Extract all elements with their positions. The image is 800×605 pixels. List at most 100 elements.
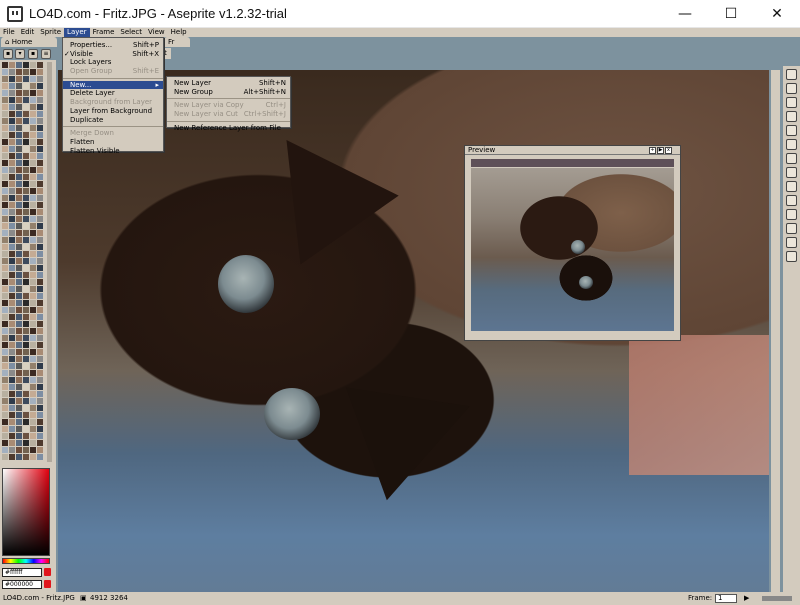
palette-swatch[interactable] xyxy=(9,139,15,145)
palette-swatch[interactable] xyxy=(16,377,22,383)
palette-swatch[interactable] xyxy=(2,83,8,89)
palette-swatch[interactable] xyxy=(37,209,43,215)
palette-swatch[interactable] xyxy=(16,90,22,96)
palette-swatch[interactable] xyxy=(2,440,8,446)
palette-swatch[interactable] xyxy=(23,209,29,215)
palette-swatch[interactable] xyxy=(9,188,15,194)
palette-swatch[interactable] xyxy=(30,412,36,418)
palette-swatch[interactable] xyxy=(37,272,43,278)
palette-swatch[interactable] xyxy=(9,328,15,334)
palette-swatch[interactable] xyxy=(2,398,8,404)
palette-swatch[interactable] xyxy=(37,447,43,453)
palette-swatch[interactable] xyxy=(30,307,36,313)
background-color-box[interactable]: #000000 xyxy=(2,580,42,589)
palette-swatch[interactable] xyxy=(30,265,36,271)
palette-swatch[interactable] xyxy=(16,349,22,355)
palette-swatch[interactable] xyxy=(30,314,36,320)
palette-swatch[interactable] xyxy=(2,132,8,138)
eyedropper-tool-icon[interactable] xyxy=(786,153,797,164)
palette-swatch[interactable] xyxy=(30,223,36,229)
palette-swatch[interactable] xyxy=(37,398,43,404)
palette-swatch[interactable] xyxy=(30,328,36,334)
palette-swatch[interactable] xyxy=(16,209,22,215)
palette-swatch[interactable] xyxy=(37,286,43,292)
palette-swatch[interactable] xyxy=(16,307,22,313)
palette-swatch[interactable] xyxy=(16,244,22,250)
palette-swatch[interactable] xyxy=(16,125,22,131)
palette-swatch[interactable] xyxy=(2,90,8,96)
palette-swatch[interactable] xyxy=(23,160,29,166)
palette-swatch[interactable] xyxy=(16,83,22,89)
palette-swatch[interactable] xyxy=(23,433,29,439)
palette-swatch[interactable] xyxy=(16,251,22,257)
palette-swatch[interactable] xyxy=(2,97,8,103)
palette-swatch[interactable] xyxy=(2,237,8,243)
palette-swatch[interactable] xyxy=(23,454,29,460)
palette-swatch[interactable] xyxy=(37,419,43,425)
palette-swatch[interactable] xyxy=(2,307,8,313)
palette-swatch[interactable] xyxy=(16,265,22,271)
palette-swatch[interactable] xyxy=(30,454,36,460)
palette-swatch[interactable] xyxy=(16,454,22,460)
move-tool-icon[interactable] xyxy=(786,181,797,192)
palette-swatch[interactable] xyxy=(23,377,29,383)
palette-swatch[interactable] xyxy=(23,286,29,292)
palette-swatch[interactable] xyxy=(2,314,8,320)
palette-swatch[interactable] xyxy=(9,391,15,397)
palette-swatch[interactable] xyxy=(16,258,22,264)
layer-menu-item-delete-layer[interactable]: Delete Layer xyxy=(63,89,163,98)
palette-swatch[interactable] xyxy=(9,314,15,320)
palette-swatch[interactable] xyxy=(9,356,15,362)
palette-swatch[interactable] xyxy=(30,174,36,180)
palette-swatch[interactable] xyxy=(2,125,8,131)
palette-swatch[interactable] xyxy=(16,153,22,159)
palette-swatch[interactable] xyxy=(9,111,15,117)
palette-swatch[interactable] xyxy=(37,237,43,243)
palette-swatch[interactable] xyxy=(9,321,15,327)
palette-swatch[interactable] xyxy=(16,69,22,75)
palette-swatch[interactable] xyxy=(37,202,43,208)
palette-swatch[interactable] xyxy=(30,384,36,390)
palette-swatch[interactable] xyxy=(30,405,36,411)
palette-swatch[interactable] xyxy=(9,167,15,173)
palette-swatch[interactable] xyxy=(2,118,8,124)
palette-swatch[interactable] xyxy=(16,384,22,390)
palette-swatch[interactable] xyxy=(23,412,29,418)
palette-swatch[interactable] xyxy=(23,307,29,313)
tab-file[interactable]: Fr xyxy=(164,37,190,47)
preview-play-icon[interactable]: ▶ xyxy=(657,147,664,154)
minimize-button[interactable]: — xyxy=(662,0,708,28)
palette-swatch[interactable] xyxy=(16,447,22,453)
palette-swatch[interactable] xyxy=(37,426,43,432)
palette-swatch[interactable] xyxy=(9,377,15,383)
palette-swatch[interactable] xyxy=(30,300,36,306)
palette-swatch[interactable] xyxy=(16,146,22,152)
palette-swatch[interactable] xyxy=(16,391,22,397)
palette-swatch[interactable] xyxy=(16,237,22,243)
palette-swatch[interactable] xyxy=(16,76,22,82)
palette-swatch[interactable] xyxy=(23,174,29,180)
palette-swatch[interactable] xyxy=(9,258,15,264)
palette-swatch[interactable] xyxy=(16,293,22,299)
palette-swatch[interactable] xyxy=(37,83,43,89)
preview-close-icon[interactable]: x xyxy=(665,147,672,154)
palette-swatch[interactable] xyxy=(2,244,8,250)
palette-swatch[interactable] xyxy=(30,440,36,446)
palette-swatch[interactable] xyxy=(9,62,15,68)
palette-swatch[interactable] xyxy=(2,223,8,229)
palette-swatch[interactable] xyxy=(23,349,29,355)
palette-swatch[interactable] xyxy=(23,76,29,82)
palette-swatch[interactable] xyxy=(30,132,36,138)
palette-swatch[interactable] xyxy=(9,426,15,432)
palette-swatch[interactable] xyxy=(23,195,29,201)
palette-swatch[interactable] xyxy=(9,384,15,390)
palette-swatch[interactable] xyxy=(23,153,29,159)
palette-swatch[interactable] xyxy=(30,237,36,243)
palette-swatch[interactable] xyxy=(9,69,15,75)
palette-swatch[interactable] xyxy=(23,447,29,453)
palette-scrollbar[interactable] xyxy=(47,62,52,462)
palette-swatch[interactable] xyxy=(30,321,36,327)
palette-swatch[interactable] xyxy=(23,279,29,285)
palette-swatch[interactable] xyxy=(37,125,43,131)
palette-swatch[interactable] xyxy=(9,251,15,257)
